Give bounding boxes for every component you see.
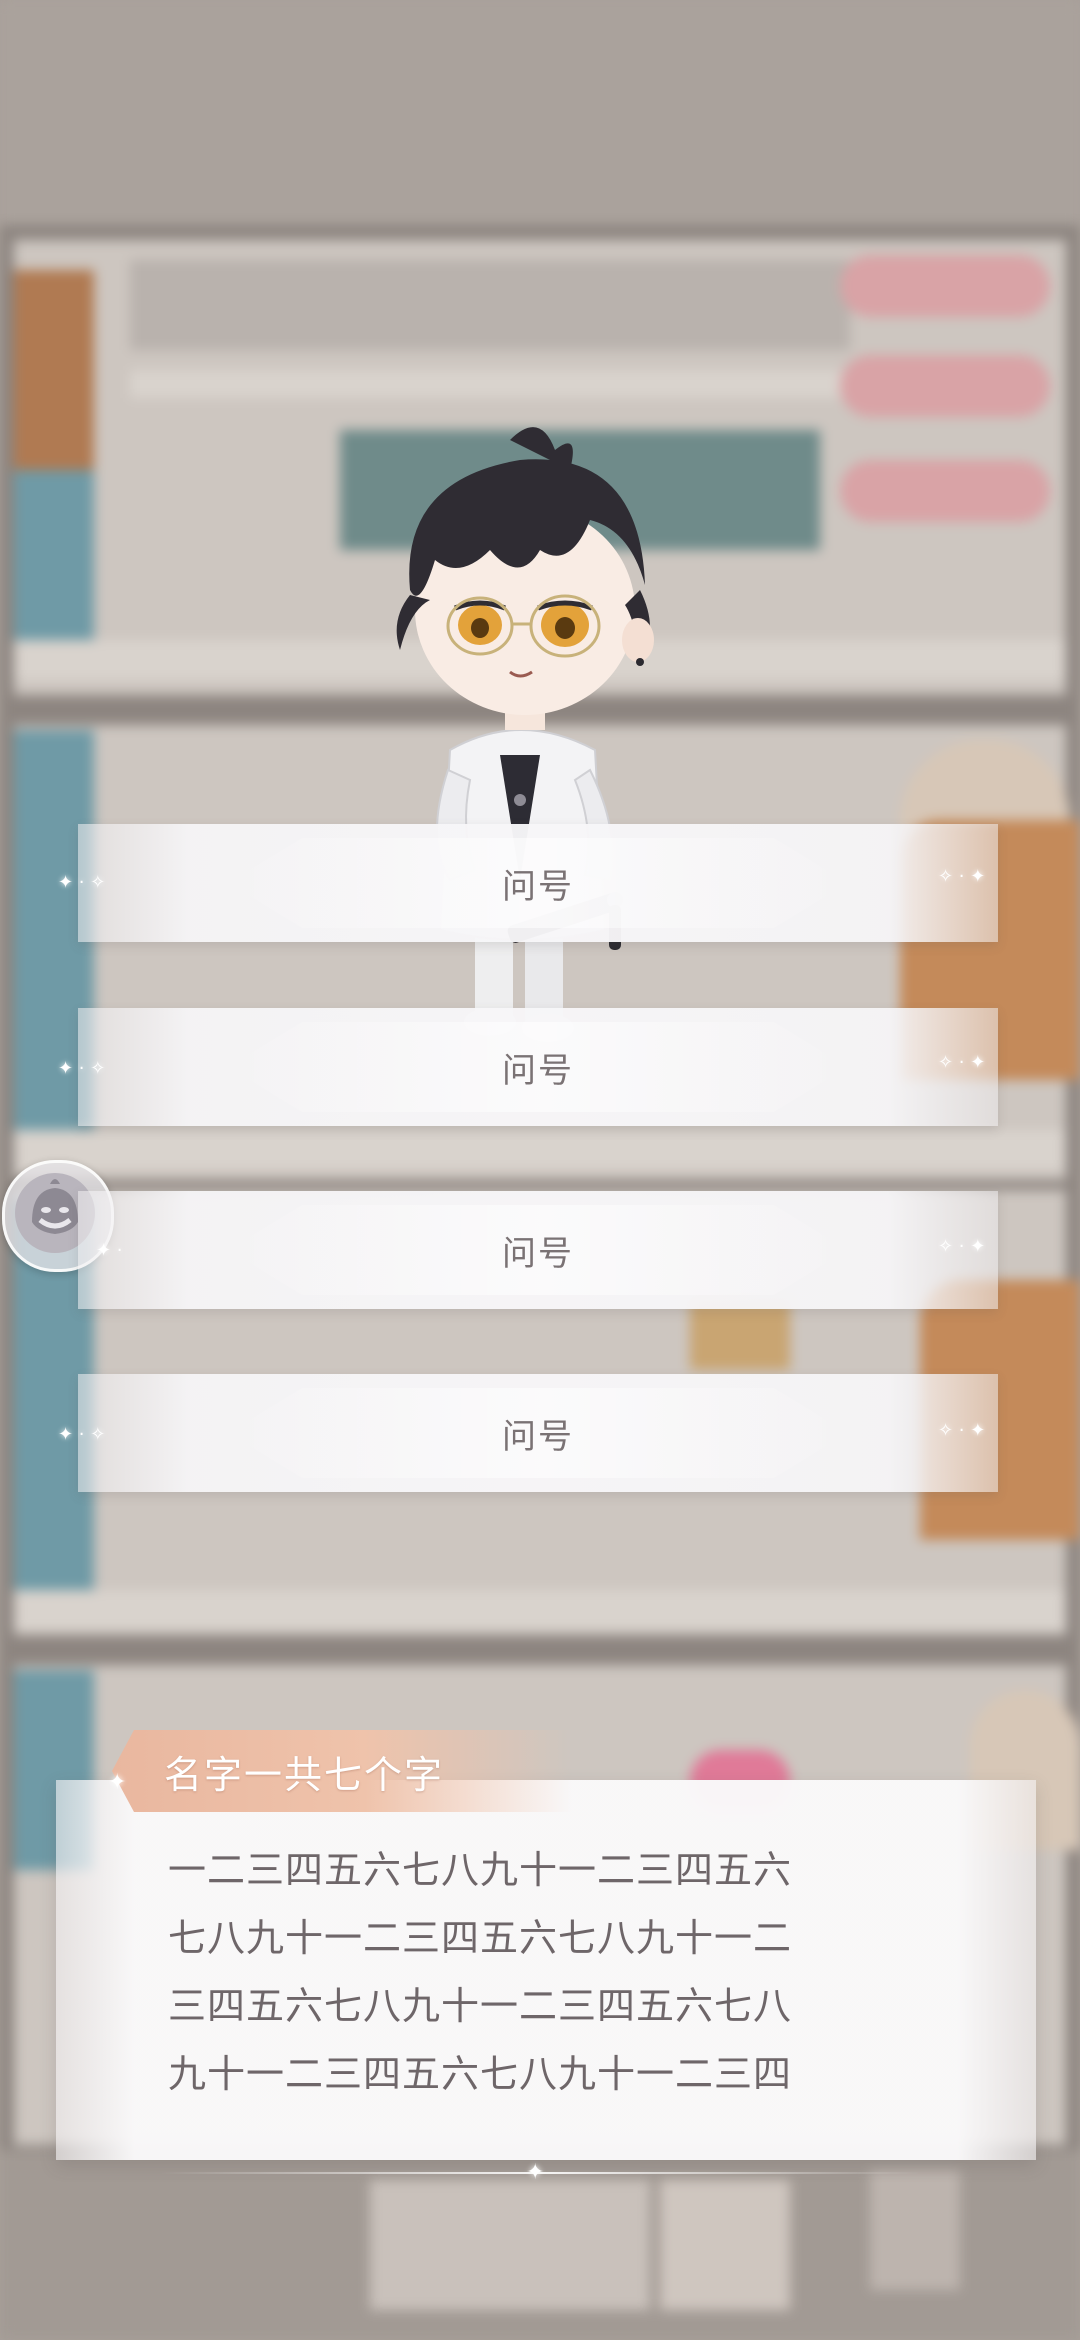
speaker-name: 名字一共七个字 <box>164 1752 445 1797</box>
choice-label: 问号 <box>502 1416 574 1457</box>
sparkle-icon: ✧ · ✦ <box>938 1420 986 1441</box>
dialogue-line: 一二三四五六七八九十一二三四五六 <box>168 1848 793 1892</box>
dialogue-line: 九十一二三四五六七八九十一二三四 <box>168 2052 793 2096</box>
character-sprite <box>396 427 654 1042</box>
sparkle-icon: ✧ · ✦ <box>938 866 986 887</box>
choice-button-2[interactable]: 问号 <box>78 1008 998 1126</box>
dialogue-text: 一二三四五六七八九十一二三四五六 七八九十一二三四五六七八九十一二 三四五六七八… <box>168 1836 908 2108</box>
dialogue-line: 七八九十一二三四五六七八九十一二 <box>168 1916 793 1960</box>
sparkle-icon: ✦ · ✧ <box>58 1058 106 1079</box>
choice-label: 问号 <box>502 1233 574 1274</box>
sparkle-icon: ✧ · ✦ <box>938 1236 986 1257</box>
choice-button-3[interactable]: 问号 <box>78 1191 998 1309</box>
sparkle-icon: ✧ · ✦ <box>938 1052 986 1073</box>
sparkle-icon: ✦ · ✧ <box>58 872 106 893</box>
sparkle-icon: ✦ · <box>96 1240 123 1261</box>
choice-button-1[interactable]: 问号 <box>78 824 998 942</box>
dialogue-line: 三四五六七八九十一二三四五六七八 <box>168 1984 793 2028</box>
sparkle-icon: ✦ · ✧ <box>58 1424 106 1445</box>
choice-label: 问号 <box>502 866 574 907</box>
sparkle-icon: ✦ <box>108 1770 127 1795</box>
choice-button-4[interactable]: 问号 <box>78 1374 998 1492</box>
choice-label: 问号 <box>502 1050 574 1091</box>
speaker-name-tag: 名字一共七个字 <box>112 1730 572 1812</box>
continue-sparkle-icon: ✦ <box>526 2160 545 2185</box>
